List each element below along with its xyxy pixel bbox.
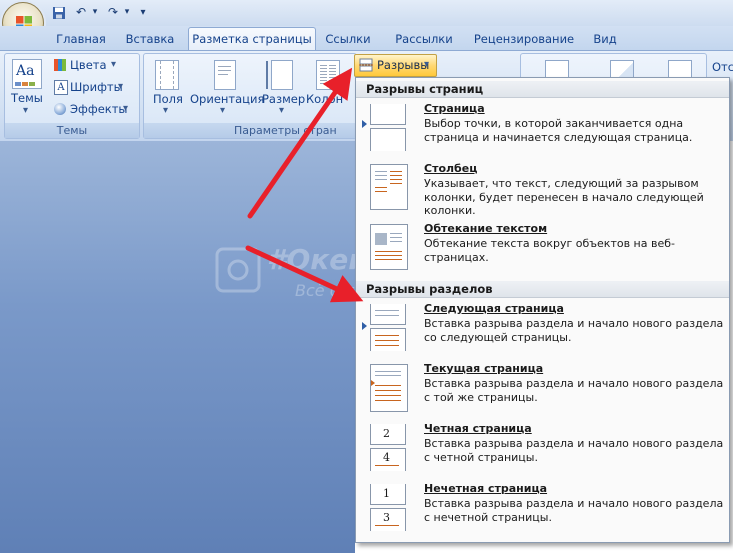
arrow-to-breaks-button [247,67,353,219]
annotation-arrows [245,67,364,303]
arrow-to-next-page-item [245,245,364,303]
